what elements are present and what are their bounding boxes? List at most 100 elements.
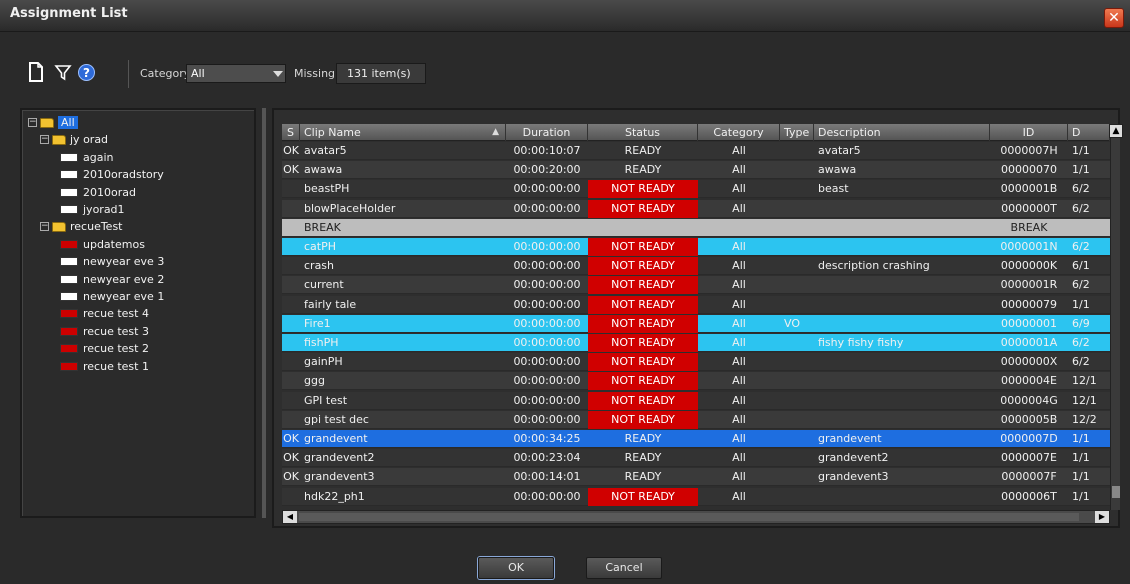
cell-type — [780, 219, 814, 237]
grid-header: S Clip Name ▲ Duration Status Category Type Des… — [282, 124, 1110, 141]
cancel-button[interactable]: Cancel — [586, 557, 662, 579]
table-row[interactable]: crash 00:00:00:00 NOT READY All description … — [282, 257, 1110, 276]
cell-date: 6/9 — [1072, 316, 1090, 330]
cell-s — [282, 334, 300, 352]
collapse-icon[interactable]: − — [40, 222, 49, 232]
tree-item[interactable]: recue test 2 — [60, 340, 149, 357]
assignment-grid: S Clip Name ▲ Duration Status Category Type Des… — [272, 108, 1123, 528]
cell-category: All — [732, 374, 746, 388]
scroll-left-icon[interactable]: ◀ — [283, 511, 297, 523]
column-header[interactable]: S — [282, 124, 300, 141]
playlist-icon — [60, 187, 78, 197]
cell-type — [780, 161, 814, 179]
collapse-icon[interactable]: − — [40, 135, 49, 145]
cell-clip: awawa — [304, 163, 343, 177]
cell-clip: catPH — [304, 240, 337, 253]
tree-item[interactable]: 2010orad — [60, 184, 136, 201]
cell-s: OK — [283, 144, 299, 157]
tree-item[interactable]: 2010oradstory — [60, 166, 164, 183]
new-document-icon[interactable] — [28, 62, 46, 82]
column-header[interactable]: Category — [698, 124, 780, 141]
cell-category: All — [732, 201, 746, 215]
table-row[interactable]: gpi test dec 00:00:00:00 NOT READY All 00000… — [282, 410, 1110, 429]
cell-duration: 00:00:23:04 — [513, 451, 581, 465]
cell-id: 0000006T — [1001, 489, 1057, 503]
table-row[interactable]: GPI test 00:00:00:00 NOT READY All 0000004G 1… — [282, 391, 1110, 410]
cell-id: 0000001N — [1000, 240, 1058, 253]
table-row[interactable]: OK awawa 00:00:20:00 READY All awawa 00000070 1… — [282, 161, 1110, 180]
table-row[interactable]: OK grandevent 00:00:34:25 READY All grandeven… — [282, 430, 1110, 448]
cell-duration: 00:00:00:00 — [513, 201, 581, 215]
table-row[interactable]: gainPH 00:00:00:00 NOT READY All 0000000X 6/2 — [282, 353, 1110, 372]
cell-duration: 00:00:00:00 — [513, 393, 581, 407]
tree-item-label: again — [83, 150, 114, 164]
horizontal-scrollbar[interactable]: ◀ ▶ — [282, 510, 1110, 524]
ok-button[interactable]: OK — [478, 557, 554, 579]
tree-item[interactable]: − recueTest — [40, 218, 123, 235]
vertical-scrollbar[interactable]: ▲ — [1109, 124, 1123, 510]
cell-id: 0000007H — [1000, 144, 1058, 157]
playlist-icon — [60, 274, 78, 284]
tree-item-label: newyear eve 2 — [83, 272, 165, 286]
cell-date: 6/2 — [1072, 182, 1090, 196]
scroll-up-icon[interactable]: ▲ — [1109, 124, 1123, 138]
cell-date: 1/1 — [1072, 297, 1090, 311]
cell-date: 1/1 — [1072, 432, 1090, 445]
tree-item[interactable]: recue test 3 — [60, 323, 149, 340]
column-header[interactable]: Clip Name ▲ — [300, 124, 506, 141]
category-select[interactable]: All — [186, 64, 286, 83]
cell-date: 1/1 — [1072, 163, 1090, 177]
cell-status: NOT READY — [588, 487, 698, 506]
column-header[interactable]: Status — [588, 124, 698, 141]
tree-item[interactable]: updatemos — [60, 236, 145, 253]
column-header[interactable]: D — [1068, 124, 1110, 141]
collapse-icon[interactable]: − — [28, 118, 37, 127]
table-row[interactable]: beastPH 00:00:00:00 NOT READY All beast 00000… — [282, 180, 1110, 199]
scroll-right-icon[interactable]: ▶ — [1095, 511, 1109, 523]
cell-date: 1/1 — [1072, 144, 1090, 157]
cell-category: All — [732, 182, 746, 196]
table-row[interactable]: Fire1 00:00:00:00 NOT READY All VO 00000001 6/… — [282, 314, 1110, 333]
playlist-icon — [60, 344, 78, 354]
cell-description: beast — [818, 182, 849, 196]
title-bar: Assignment List ✕ — [0, 0, 1130, 32]
tree-item[interactable]: jyorad1 — [60, 201, 125, 218]
table-row[interactable]: fairly tale 00:00:00:00 NOT READY All 000000… — [282, 295, 1110, 314]
close-button[interactable]: ✕ — [1104, 8, 1124, 28]
tree-item[interactable]: recue test 4 — [60, 305, 149, 322]
tree-item[interactable]: recue test 1 — [60, 358, 149, 375]
cell-status: NOT READY — [588, 314, 698, 333]
tree-item-label: All — [58, 116, 78, 129]
column-header[interactable]: Duration — [506, 124, 588, 141]
tree-item[interactable]: newyear eve 3 — [60, 253, 164, 270]
table-row[interactable]: fishPH 00:00:00:00 NOT READY All fishy fishy… — [282, 334, 1110, 352]
table-row[interactable]: hdk22_ph1 00:00:00:00 NOT READY All 0000006T… — [282, 487, 1110, 506]
cell-category: All — [732, 336, 746, 349]
playlist-icon — [60, 326, 78, 336]
cell-clip: current — [304, 278, 344, 292]
column-header[interactable]: Description — [814, 124, 990, 141]
table-row[interactable]: catPH 00:00:00:00 NOT READY All 0000001N 6/2 — [282, 238, 1110, 256]
tree-item[interactable]: − All — [28, 114, 78, 131]
filter-icon[interactable] — [54, 62, 72, 82]
tree-item-label: jyorad1 — [83, 203, 125, 216]
table-row[interactable]: blowPlaceHolder 00:00:00:00 NOT READY All 00… — [282, 199, 1110, 218]
column-header-label: Clip Name — [304, 126, 361, 139]
table-row[interactable]: current 00:00:00:00 NOT READY All 0000001R 6/… — [282, 276, 1110, 295]
table-row[interactable]: OK grandevent3 00:00:14:01 READY All grandeve… — [282, 468, 1110, 487]
table-row[interactable]: ggg 00:00:00:00 NOT READY All 0000004E 12/1 — [282, 372, 1110, 391]
column-header[interactable]: ID — [990, 124, 1068, 141]
cell-status: NOT READY — [588, 257, 698, 276]
tree-item[interactable]: newyear eve 2 — [60, 271, 164, 288]
horizontal-scroll-thumb[interactable] — [299, 513, 1079, 521]
break-row[interactable]: BREAK BREAK — [282, 218, 1110, 237]
column-header[interactable]: Type — [780, 124, 814, 141]
vertical-scroll-thumb[interactable] — [1112, 486, 1120, 498]
panel-splitter[interactable] — [262, 108, 266, 518]
tree-item[interactable]: again — [60, 149, 114, 166]
tree-item[interactable]: newyear eve 1 — [60, 288, 164, 305]
table-row[interactable]: OK avatar5 00:00:10:07 READY All avatar5 00000… — [282, 142, 1110, 160]
tree-item[interactable]: − jy orad — [40, 131, 108, 148]
help-icon[interactable]: ? — [78, 64, 95, 81]
table-row[interactable]: OK grandevent2 00:00:23:04 READY All grandeve… — [282, 449, 1110, 468]
